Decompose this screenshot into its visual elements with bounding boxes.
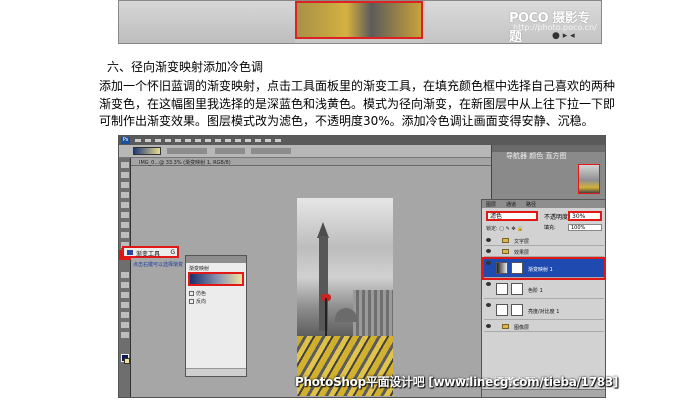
previous-step-screenshot: POCO 摄影专题 http://photo.poco.cn/ ● ▸ ◂ — [118, 0, 602, 45]
opacity-label: 不透明度: — [544, 214, 571, 221]
levels-thumb — [496, 283, 508, 295]
opacity-input[interactable]: 30% — [568, 211, 602, 221]
mode-select[interactable] — [215, 148, 245, 154]
layer-row-selected[interactable]: 渐变映射 1 — [482, 257, 605, 280]
layers-bottom-bar[interactable] — [482, 389, 605, 397]
wand-tool-icon[interactable] — [121, 192, 129, 198]
layer-row[interactable]: 色阶 1 — [484, 280, 604, 299]
screenshot-left-panel — [119, 1, 295, 43]
eyedropper-tool-icon[interactable] — [121, 212, 129, 218]
gradient-tool-flyout[interactable]: 渐变工具 G — [122, 246, 179, 258]
fill-input[interactable]: 100% — [568, 224, 602, 231]
ps-canvas-area: 渐变映射 仿色 反向 — [131, 166, 491, 397]
eye-icon[interactable] — [486, 282, 491, 286]
footer-watermark: PhotoShop平面设计吧 [www.linecg.com/tieba/178… — [295, 375, 619, 389]
tab-layers[interactable]: 图层 — [486, 201, 496, 208]
ps-toolbox — [119, 158, 131, 397]
gradient-icon — [127, 250, 133, 255]
folder-icon — [502, 249, 509, 254]
lasso-tool-icon[interactable] — [121, 182, 129, 188]
eye-icon[interactable] — [486, 303, 491, 307]
photoshop-window: Ps IMG_0...@ 33.3% (渐变映射 1, RGB/8) 渐变映射 … — [118, 135, 606, 398]
ps-menu-items[interactable] — [135, 139, 285, 142]
panel-footer — [186, 368, 246, 376]
document-tab[interactable]: IMG_0...@ 33.3% (渐变映射 1, RGB/8) — [131, 158, 491, 166]
gradient-type-buttons[interactable] — [167, 148, 207, 154]
gradient-map-thumb — [496, 262, 508, 274]
section-body: 添加一个怀旧蓝调的渐变映射，点击工具面板里的渐变工具，在填充颜色框中选择自己喜欢… — [99, 79, 616, 128]
blend-mode-select[interactable]: 滤色 — [486, 211, 538, 221]
pen-tool-icon[interactable] — [121, 282, 129, 288]
brush-tool-icon[interactable] — [121, 232, 129, 238]
gradient-bar[interactable] — [188, 272, 244, 286]
eye-icon[interactable] — [486, 238, 491, 242]
flyout-label: 渐变工具 — [136, 251, 161, 258]
shape-tool-icon[interactable] — [121, 312, 129, 318]
reverse-checkbox[interactable]: 反向 — [189, 298, 206, 305]
type-tool-icon[interactable] — [121, 292, 129, 298]
layers-panel: 图层 通道 路径 滤色 不透明度: 30% 锁定: ▢ ✎ ✥ 🔒 填充: 10… — [481, 199, 605, 397]
tab-channels[interactable]: 通道 — [506, 201, 516, 208]
folder-icon — [502, 238, 509, 243]
navigator-title: 导航器 颜色 直方图 — [506, 152, 567, 160]
ps-logo-icon: Ps — [121, 137, 130, 144]
move-tool-icon[interactable] — [121, 162, 129, 168]
layer-row[interactable]: 亮度/对比度 1 — [484, 301, 604, 320]
path-select-tool-icon[interactable] — [121, 302, 129, 308]
layer-label: 亮度/对比度 1 — [528, 309, 560, 315]
gradient-map-title: 渐变映射 — [189, 266, 210, 272]
opacity-field[interactable] — [251, 148, 291, 154]
screenshot-photo — [295, 1, 423, 39]
gradient-preview-swatch[interactable] — [133, 147, 161, 155]
layer-row[interactable]: 图像层 — [484, 322, 604, 332]
layer-label: 渐变映射 1 — [528, 267, 553, 273]
brightness-thumb — [496, 304, 508, 316]
crop-tool-icon[interactable] — [121, 202, 129, 208]
folder-icon — [502, 324, 509, 329]
navigator-thumbnail[interactable] — [578, 164, 600, 194]
eye-icon[interactable] — [486, 324, 491, 328]
section-heading: 六、径向渐变映射添加冷色调 — [107, 60, 264, 74]
mask-thumb — [511, 304, 523, 316]
flyout-hint: 点击右键可以选择渐变 — [133, 262, 184, 268]
panel-header — [186, 256, 246, 263]
dodge-tool-icon[interactable] — [121, 272, 129, 278]
hand-tool-icon[interactable] — [121, 322, 129, 328]
eye-icon[interactable] — [486, 249, 491, 253]
fill-label: 填充: — [544, 225, 556, 231]
mask-thumb — [511, 283, 523, 295]
eye-icon[interactable] — [486, 261, 491, 265]
dither-checkbox[interactable]: 仿色 — [189, 290, 206, 297]
layer-row[interactable]: 文字层 — [484, 236, 604, 246]
gradient-map-panel: 渐变映射 仿色 反向 — [185, 255, 247, 377]
layers-tabs: 图层 通道 路径 — [482, 200, 605, 208]
mask-thumb — [511, 262, 523, 274]
layer-label: 效果层 — [514, 250, 530, 256]
tab-paths[interactable]: 路径 — [526, 201, 536, 208]
layer-label: 色阶 1 — [528, 288, 543, 294]
layer-row[interactable]: 效果层 — [484, 247, 604, 257]
layer-label: 图像层 — [514, 325, 530, 331]
layer-label: 文字层 — [514, 239, 530, 245]
background-color-swatch[interactable] — [124, 358, 130, 364]
flyout-shortcut: G — [170, 249, 175, 256]
ps-menubar: Ps — [119, 136, 605, 145]
marquee-tool-icon[interactable] — [121, 172, 129, 178]
zoom-tool-icon[interactable] — [121, 332, 129, 338]
lock-row[interactable]: 锁定: ▢ ✎ ✥ 🔒 — [486, 225, 523, 232]
navigator-panel: 导航器 颜色 直方图 — [491, 145, 605, 199]
mini-icons: ● ▸ ◂ — [552, 31, 575, 41]
heal-tool-icon[interactable] — [121, 222, 129, 228]
document-tab-label: IMG_0...@ 33.3% (渐变映射 1, RGB/8) — [139, 160, 231, 166]
venice-photo — [297, 198, 393, 396]
